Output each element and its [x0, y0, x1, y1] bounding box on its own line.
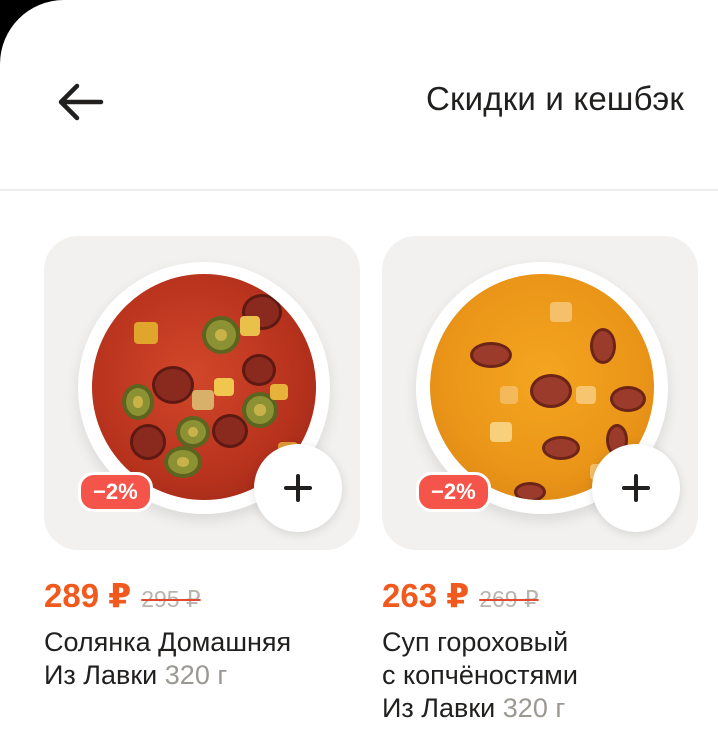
- old-price: 269 ₽: [479, 586, 539, 612]
- add-to-cart-button[interactable]: [254, 444, 342, 532]
- product-name-line: Суп гороховый: [382, 627, 569, 657]
- product-name-line-with-weight: Из Лавки 320 г: [44, 659, 360, 692]
- header: Скидки и кешбэк: [0, 0, 718, 190]
- current-price: 289 ₽: [44, 577, 132, 614]
- back-button[interactable]: [44, 66, 116, 138]
- product-name[interactable]: Солянка Домашняя Из Лавки 320 г: [44, 626, 360, 692]
- product-image-tile[interactable]: −2%: [382, 236, 698, 550]
- product-card-solyanka[interactable]: −2% 289 ₽ 295 ₽ Солянка Домашняя Из Лавк…: [44, 236, 360, 692]
- product-name-line: Солянка Домашняя: [44, 627, 292, 657]
- product-card-pea-soup[interactable]: −2% 263 ₽ 269 ₽ Суп гороховый с копчёнос…: [382, 236, 698, 725]
- discount-badge: −2%: [78, 472, 153, 512]
- plus-icon: [284, 474, 312, 502]
- product-name[interactable]: Суп гороховый с копчёностями Из Лавки 32…: [382, 626, 698, 725]
- arrow-left-icon: [58, 83, 104, 121]
- old-price: 295 ₽: [141, 586, 201, 612]
- product-name-line: с копчёностями: [382, 660, 578, 690]
- header-divider: [0, 189, 718, 191]
- product-image-tile[interactable]: −2%: [44, 236, 360, 550]
- price-row: 263 ₽ 269 ₽: [382, 576, 698, 616]
- price-row: 289 ₽ 295 ₽: [44, 576, 360, 616]
- product-name-line-with-weight: Из Лавки 320 г: [382, 692, 698, 725]
- plus-icon: [622, 474, 650, 502]
- discount-badge: −2%: [416, 472, 491, 512]
- add-to-cart-button[interactable]: [592, 444, 680, 532]
- screen-sheet: Скидки и кешбэк −2% 289 ₽ 295 ₽ Солянка …: [0, 0, 718, 756]
- product-weight: 320 г: [164, 660, 228, 690]
- product-name-line: Из Лавки: [382, 693, 496, 723]
- product-weight: 320 г: [502, 693, 566, 723]
- current-price: 263 ₽: [382, 577, 470, 614]
- page-title: Скидки и кешбэк: [425, 80, 684, 117]
- product-name-line: Из Лавки: [44, 660, 158, 690]
